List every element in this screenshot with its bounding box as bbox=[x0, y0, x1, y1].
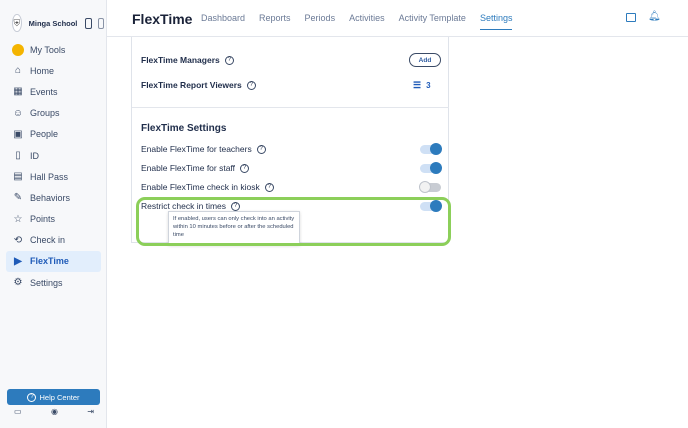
toggle-kiosk[interactable] bbox=[419, 181, 441, 193]
groups-icon: ☺ bbox=[12, 107, 24, 119]
setting-row-teachers: Enable FlexTime for teachers ? bbox=[141, 144, 266, 154]
sidebar: ⛨ Minga School My Tools ⌂ Home ▦ Events … bbox=[0, 0, 107, 428]
sidebar-item-label: FlexTime bbox=[30, 256, 69, 267]
profile-icon[interactable]: ◉ bbox=[51, 407, 58, 416]
tab-reports[interactable]: Reports bbox=[259, 13, 291, 30]
toggle-knob bbox=[430, 143, 442, 155]
message-icon[interactable] bbox=[626, 13, 636, 22]
school-name: Minga School bbox=[28, 18, 78, 28]
sidebar-item-my-tools[interactable]: My Tools bbox=[6, 39, 101, 60]
people-list-icon: ☰ bbox=[413, 80, 422, 90]
tab-dashboard[interactable]: Dashboard bbox=[201, 13, 245, 30]
top-bar: FlexTime Dashboard Reports Periods Activ… bbox=[107, 0, 688, 37]
sidebar-footer: ▭ ◉ ⇥ bbox=[14, 407, 94, 416]
tab-activities[interactable]: Activities bbox=[349, 13, 385, 30]
viewers-count: 3 bbox=[426, 81, 431, 90]
tab-activity-template[interactable]: Activity Template bbox=[399, 13, 466, 30]
highlight-annotation bbox=[136, 197, 451, 246]
calendar-icon: ▦ bbox=[13, 86, 23, 98]
sidebar-item-home[interactable]: ⌂ Home bbox=[6, 60, 101, 81]
viewers-row: FlexTime Report Viewers ? bbox=[141, 80, 256, 90]
bell-icon[interactable]: 🔔︎ bbox=[648, 11, 661, 23]
behaviors-icon: ✎ bbox=[13, 192, 23, 204]
flextime-icon: ▶ bbox=[14, 255, 22, 267]
info-icon[interactable]: ? bbox=[224, 55, 234, 65]
sidebar-item-label: People bbox=[30, 129, 59, 140]
mytools-avatar-icon bbox=[12, 43, 24, 56]
person-card-icon: ▣ bbox=[13, 128, 23, 140]
checkin-icon: ⟲ bbox=[13, 234, 23, 246]
setting-label: Enable FlexTime for teachers bbox=[141, 144, 252, 154]
sidebar-item-events[interactable]: ▦ Events bbox=[6, 81, 101, 102]
viewers-label: FlexTime Report Viewers bbox=[141, 80, 242, 90]
sidebar-item-check-in[interactable]: ⟲ Check in bbox=[6, 230, 101, 251]
add-manager-button[interactable]: Add bbox=[409, 53, 441, 67]
sidebar-item-label: Settings bbox=[30, 277, 63, 288]
sidebar-item-label: Behaviors bbox=[30, 192, 71, 203]
sidebar-item-label: Groups bbox=[30, 108, 60, 119]
divider bbox=[132, 107, 449, 108]
feedback-icon[interactable]: ▭ bbox=[14, 407, 22, 416]
sidebar-item-hall-pass[interactable]: ▤ Hall Pass bbox=[6, 166, 101, 187]
sidebar-item-groups[interactable]: ☺ Groups bbox=[6, 103, 101, 124]
home-icon: ⌂ bbox=[14, 65, 22, 77]
sidebar-item-label: Points bbox=[30, 214, 56, 225]
managers-label: FlexTime Managers bbox=[141, 55, 220, 65]
school-header[interactable]: ⛨ Minga School bbox=[8, 12, 104, 34]
info-icon[interactable]: ? bbox=[256, 144, 266, 154]
tab-periods[interactable]: Periods bbox=[305, 13, 336, 30]
sidebar-item-id[interactable]: ▯ ID bbox=[6, 145, 101, 166]
toggle-knob bbox=[430, 162, 442, 174]
managers-row: FlexTime Managers ? bbox=[141, 55, 234, 65]
settings-section-title: FlexTime Settings bbox=[141, 123, 227, 134]
sidebar-item-label: Check in bbox=[30, 235, 66, 246]
info-icon[interactable]: ? bbox=[246, 80, 256, 90]
help-center-button[interactable]: ? Help Center bbox=[7, 389, 100, 405]
toggle-knob bbox=[419, 181, 431, 193]
school-crest-icon: ⛨ bbox=[12, 14, 22, 32]
sidebar-nav: My Tools ⌂ Home ▦ Events ☺ Groups ▣ Peop… bbox=[6, 39, 101, 293]
toggle-staff[interactable] bbox=[420, 162, 442, 174]
sidebar-item-flextime[interactable]: ▶ FlexTime bbox=[6, 250, 101, 273]
sidebar-item-label: Hall Pass bbox=[30, 171, 69, 182]
sidebar-item-settings[interactable]: ⚙ Settings bbox=[6, 272, 101, 293]
info-icon[interactable]: ? bbox=[240, 163, 250, 173]
setting-row-staff: Enable FlexTime for staff ? bbox=[141, 163, 250, 173]
info-icon[interactable]: ? bbox=[264, 182, 274, 192]
switch-view-icon[interactable] bbox=[85, 17, 92, 29]
id-badge-icon: ▯ bbox=[15, 150, 21, 162]
hall-pass-icon: ▤ bbox=[13, 171, 23, 183]
viewers-count-button[interactable]: ☰ 3 bbox=[413, 80, 431, 91]
sidebar-item-people[interactable]: ▣ People bbox=[6, 124, 101, 145]
sidebar-item-label: Events bbox=[30, 86, 58, 97]
sidebar-item-points[interactable]: ☆ Points bbox=[6, 209, 101, 230]
help-icon: ? bbox=[27, 392, 37, 402]
gear-icon: ⚙ bbox=[13, 277, 23, 289]
help-center-label: Help Center bbox=[39, 392, 80, 402]
setting-label: Enable FlexTime check in kiosk bbox=[141, 182, 260, 192]
sidebar-item-behaviors[interactable]: ✎ Behaviors bbox=[6, 187, 101, 208]
sidebar-item-label: ID bbox=[30, 150, 39, 161]
sidebar-item-label: My Tools bbox=[30, 44, 66, 55]
setting-label: Enable FlexTime for staff bbox=[141, 163, 236, 173]
tab-bar: Dashboard Reports Periods Activities Act… bbox=[201, 13, 526, 30]
sidebar-item-label: Home bbox=[30, 65, 55, 76]
page-title: FlexTime bbox=[132, 11, 193, 27]
sidebar-collapse-icon[interactable] bbox=[97, 17, 104, 29]
setting-row-kiosk: Enable FlexTime check in kiosk ? bbox=[141, 182, 274, 192]
toggle-teachers[interactable] bbox=[420, 143, 442, 155]
tab-settings[interactable]: Settings bbox=[479, 13, 513, 30]
logout-icon[interactable]: ⇥ bbox=[87, 407, 94, 416]
star-icon: ☆ bbox=[13, 213, 23, 225]
